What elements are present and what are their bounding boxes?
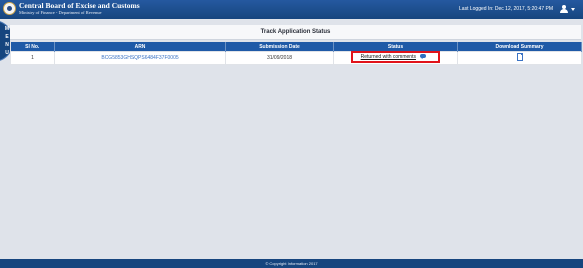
top-header: Central Board of Excise and Customs Mini…: [0, 0, 583, 19]
col-arn: ARN: [54, 42, 226, 52]
cell-submission-date: 31/09/2018: [225, 51, 334, 65]
cell-download: [457, 51, 582, 65]
user-menu-button[interactable]: [559, 4, 577, 15]
status-link[interactable]: Returned with comments: [361, 54, 416, 60]
col-download-summary: Download Summary: [457, 42, 582, 52]
user-icon: [559, 4, 569, 15]
last-logged-in: Last Logged In: Dec 12, 2017, 5:20:47 PM: [459, 6, 553, 12]
emblem-logo: [3, 2, 16, 15]
comment-icon[interactable]: [420, 54, 427, 59]
status-table: Sl No. ARN Submission Date Status Downlo…: [10, 42, 582, 65]
col-submission-date: Submission Date: [225, 42, 334, 52]
table-header-row: Sl No. ARN Submission Date Status Downlo…: [10, 42, 582, 52]
cell-arn: BCG5853GHSQPS6484F37F0005: [54, 51, 226, 65]
org-subtitle: Ministry of Finance - Department of Reve…: [19, 10, 102, 15]
cell-status: Returned with comments: [333, 51, 458, 65]
panel-title: Track Application Status: [10, 25, 581, 40]
col-sl-no: Sl No.: [10, 42, 55, 52]
table-row: 1 BCG5853GHSQPS6484F37F0005 31/09/2018 R…: [10, 51, 582, 65]
footer: © Copyright Information 2017: [0, 259, 583, 268]
document-icon[interactable]: [516, 53, 523, 61]
cell-sl-no: 1: [10, 51, 55, 65]
caret-down-icon: [571, 8, 575, 11]
track-status-panel: Track Application Status Sl No. ARN Subm…: [10, 25, 582, 259]
arn-link[interactable]: BCG5853GHSQPS6484F37F0005: [101, 55, 178, 61]
status-highlight: Returned with comments: [350, 51, 441, 63]
org-name: Central Board of Excise and Customs: [19, 1, 140, 10]
